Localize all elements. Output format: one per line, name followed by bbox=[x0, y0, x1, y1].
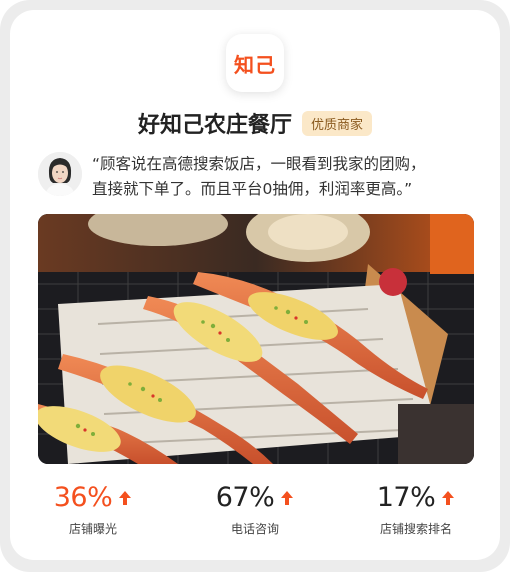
stat-value: 36% bbox=[53, 482, 113, 513]
merchant-avatar bbox=[38, 152, 82, 196]
stat-label: 电话咨询 bbox=[230, 522, 279, 536]
stat-value: 67% bbox=[215, 482, 275, 513]
store-name: 好知己农庄餐厅 bbox=[137, 113, 292, 138]
stat-store-exposure: 36% 店铺曝光 bbox=[38, 482, 148, 537]
arrow-up-icon bbox=[281, 490, 294, 505]
logo-text: 知己 bbox=[234, 52, 276, 77]
stat-label: 店铺搜索排名 bbox=[379, 522, 452, 536]
app-logo: 知己 bbox=[226, 34, 284, 92]
grilled-shrimp-image bbox=[38, 214, 474, 464]
testimonial-quote: “顾客说在高德搜索饭店，一眼看到我家的团购， 直接就下单了。而且平台0抽佣，利润… bbox=[92, 152, 482, 202]
food-photo bbox=[38, 214, 474, 464]
stat-value: 17% bbox=[376, 482, 436, 513]
stat-value-row: 36% bbox=[38, 482, 148, 513]
avatar-image bbox=[38, 152, 82, 196]
quote-line-2: 直接就下单了。而且平台0抽佣，利润率更高。” bbox=[92, 180, 413, 198]
stat-phone-inquiry: 67% 电话咨询 bbox=[200, 482, 310, 537]
quality-merchant-badge: 优质商家 bbox=[302, 110, 373, 136]
stat-value-row: 67% bbox=[200, 482, 310, 513]
arrow-up-icon bbox=[119, 490, 132, 505]
store-title-row: 好知己农庄餐厅 优质商家 bbox=[0, 108, 510, 138]
stat-label: 店铺曝光 bbox=[68, 522, 117, 536]
arrow-up-icon bbox=[442, 490, 455, 505]
stat-search-ranking: 17% 店铺搜索排名 bbox=[356, 482, 476, 537]
quote-line-1: “顾客说在高德搜索饭店，一眼看到我家的团购， bbox=[92, 155, 426, 173]
stat-value-row: 17% bbox=[356, 482, 476, 513]
